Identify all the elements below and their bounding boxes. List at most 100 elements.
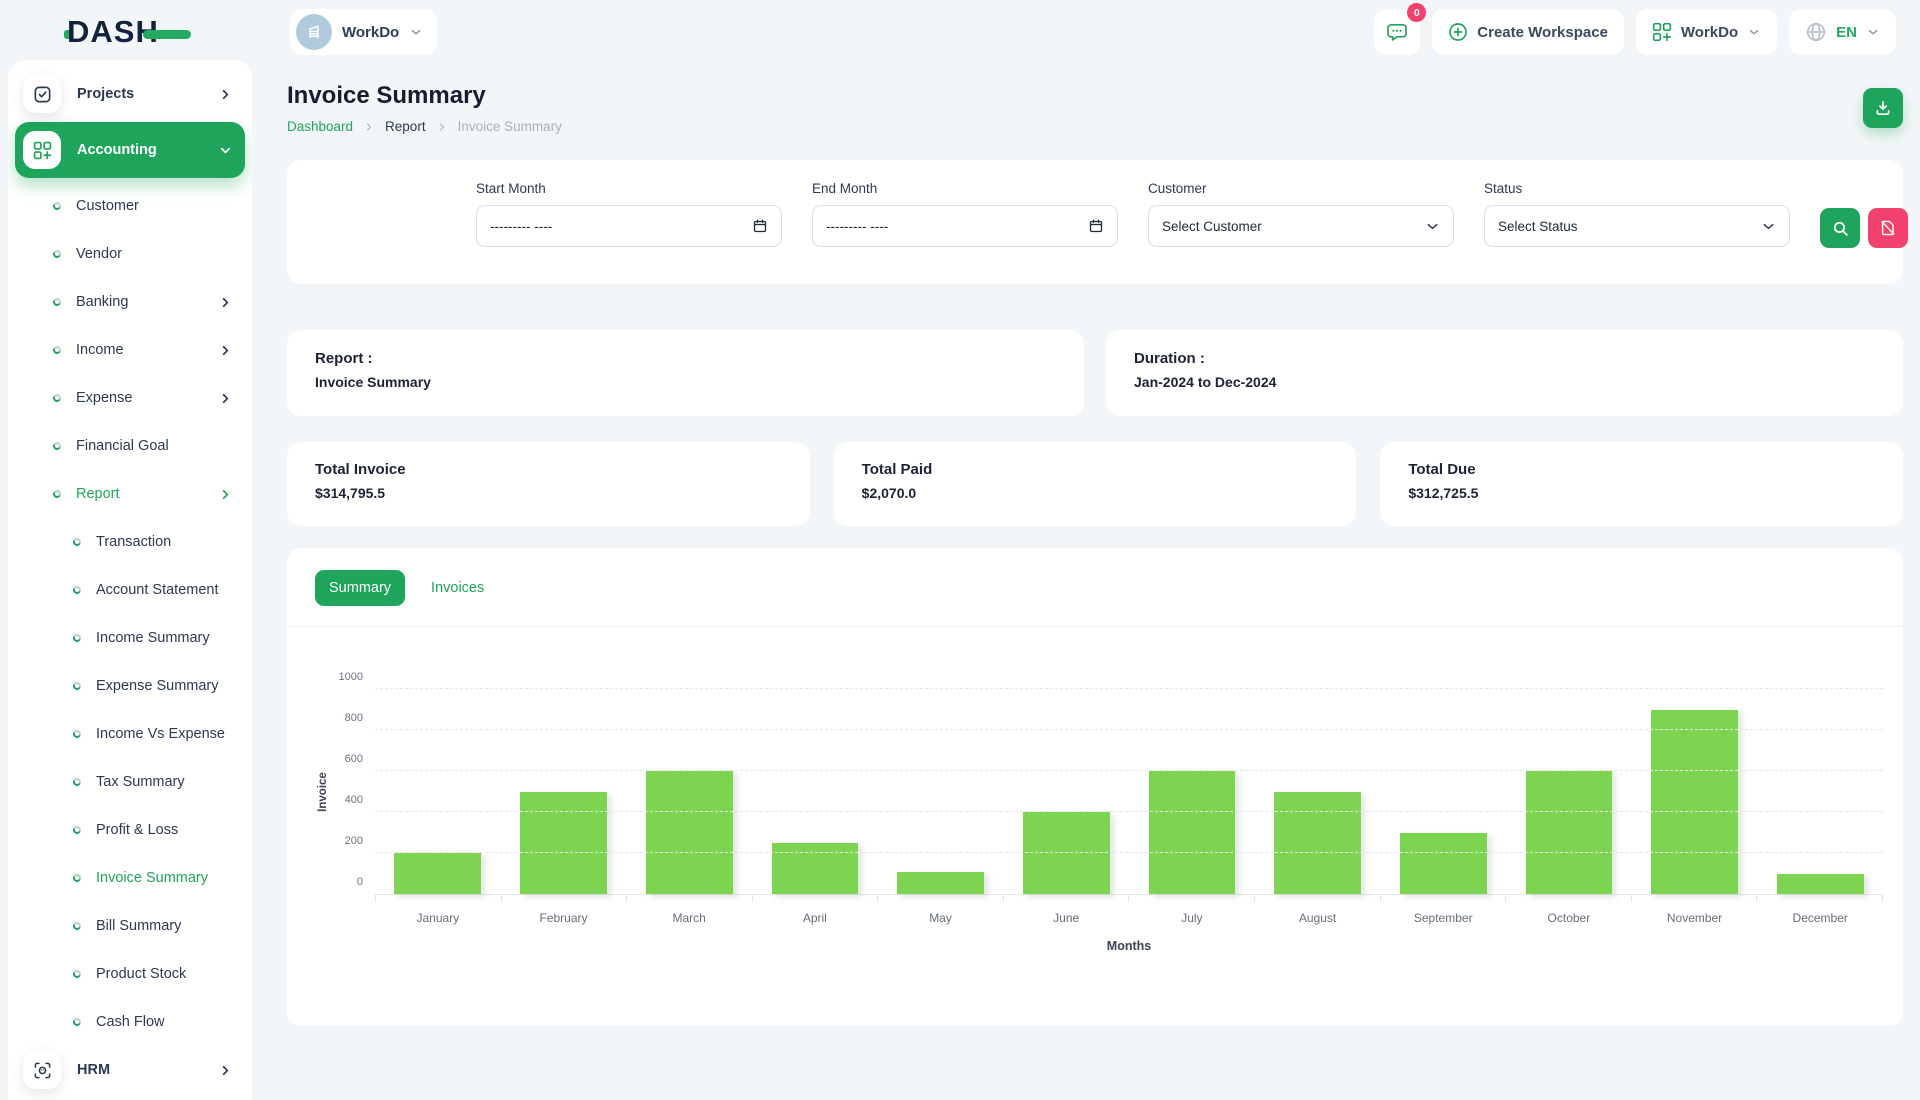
sidebar-item-label: Income Vs Expense [96, 726, 225, 742]
bullet-icon [72, 777, 82, 787]
bar-slot-october [1506, 689, 1632, 894]
y-tick-label: 200 [345, 835, 363, 847]
download-button[interactable] [1863, 88, 1903, 128]
bar-july[interactable] [1149, 771, 1236, 894]
stat-card-total-due: Total Due $312,725.5 [1380, 442, 1903, 526]
sidebar-item-income[interactable]: Income [15, 326, 245, 374]
sidebar-item-projects[interactable]: Projects [15, 70, 245, 118]
bar-slot-april [752, 689, 878, 894]
page-title: Invoice Summary [287, 82, 562, 110]
bar-june[interactable] [1023, 812, 1110, 894]
bar-october[interactable] [1526, 771, 1613, 894]
filter-field-end-month: End Month --------- ---- [812, 181, 1118, 263]
page-header: Invoice Summary Dashboard Report Invoice… [287, 82, 1903, 134]
bar-august[interactable] [1274, 792, 1361, 895]
sidebar-item-customer[interactable]: Customer [15, 182, 245, 230]
messages-button[interactable]: 0 [1374, 9, 1420, 55]
stat-card-total-invoice: Total Invoice $314,795.5 [287, 442, 810, 526]
gridline [375, 688, 1883, 689]
sidebar-item-label: Vendor [76, 246, 122, 262]
x-label-march: March [626, 911, 752, 925]
bar-may[interactable] [897, 872, 984, 894]
bar-slot-february [501, 689, 627, 894]
filter-field-customer: Customer Select Customer [1148, 181, 1454, 263]
stat-value: $312,725.5 [1408, 485, 1875, 501]
bar-slot-november [1632, 689, 1758, 894]
sidebar-item-report[interactable]: Report [15, 470, 245, 518]
start-month-input[interactable]: --------- ---- [476, 205, 782, 247]
sidebar-item-vendor[interactable]: Vendor [15, 230, 245, 278]
bullet-icon [72, 873, 82, 883]
calendar-icon [1088, 218, 1104, 234]
stat-value: $314,795.5 [315, 485, 782, 501]
chevron-right [218, 295, 233, 310]
customer-select[interactable]: Select Customer [1148, 205, 1454, 247]
bar-february[interactable] [520, 792, 607, 895]
accounting-icon [33, 141, 52, 160]
end-month-input[interactable]: --------- ---- [812, 205, 1118, 247]
hrm-icon [33, 1061, 52, 1080]
sidebar-item-bill-summary[interactable]: Bill Summary [15, 902, 245, 950]
bar-april[interactable] [772, 843, 859, 894]
x-label-september: September [1380, 911, 1506, 925]
bar-slot-january [375, 689, 501, 894]
sidebar-item-label: Accounting [77, 142, 157, 158]
sidebar-item-profit-loss[interactable]: Profit & Loss [15, 806, 245, 854]
sidebar-item-label: HRM [77, 1062, 110, 1078]
chevron-right-icon [218, 87, 233, 102]
projects-icon-box [23, 75, 61, 113]
bar-november[interactable] [1651, 710, 1738, 895]
x-label-august: August [1255, 911, 1381, 925]
sidebar-item-income-summary[interactable]: Income Summary [15, 614, 245, 662]
sidebar-item-banking[interactable]: Banking [15, 278, 245, 326]
sidebar-item-financial-goal[interactable]: Financial Goal [15, 422, 245, 470]
create-workspace-button[interactable]: Create Workspace [1432, 9, 1624, 55]
sidebar-item-cash-flow[interactable]: Cash Flow [15, 998, 245, 1046]
sidebar-item-label: Account Statement [96, 582, 219, 598]
breadcrumb-dashboard[interactable]: Dashboard [287, 119, 353, 134]
axis-tick [1255, 895, 1381, 902]
select-value: Select Status [1498, 219, 1761, 234]
chevron-right [218, 87, 233, 102]
workspace-menu-button[interactable]: WorkDo [1636, 9, 1777, 55]
bar-december[interactable] [1777, 874, 1864, 895]
messages-badge: 0 [1407, 3, 1426, 22]
bar-january[interactable] [394, 853, 481, 894]
tab-summary[interactable]: Summary [315, 570, 405, 606]
sidebar-item-income-vs-expense[interactable]: Income Vs Expense [15, 710, 245, 758]
chevron-down-icon [409, 25, 423, 39]
bullet-icon [52, 345, 62, 355]
sidebar-item-label: Cash Flow [96, 1014, 165, 1030]
bullet-icon [72, 681, 82, 691]
bar-september[interactable] [1400, 833, 1487, 895]
status-select[interactable]: Select Status [1484, 205, 1790, 247]
bar-march[interactable] [646, 771, 733, 894]
sidebar-item-accounting[interactable]: Accounting [15, 122, 245, 178]
sidebar-item-expense[interactable]: Expense [15, 374, 245, 422]
sidebar-item-label: Bill Summary [96, 918, 181, 934]
sidebar-item-tax-summary[interactable]: Tax Summary [15, 758, 245, 806]
bullet-icon [52, 441, 62, 451]
sidebar-item-invoice-summary[interactable]: Invoice Summary [15, 854, 245, 902]
sidebar-item-hrm[interactable]: HRM [15, 1046, 245, 1094]
tab-invoices[interactable]: Invoices [417, 570, 498, 606]
accounting-icon-box [23, 131, 61, 169]
workspace-name: WorkDo [342, 24, 399, 41]
sidebar-item-product-stock[interactable]: Product Stock [15, 950, 245, 998]
workspace-menu-label: WorkDo [1681, 24, 1738, 41]
sidebar-item-label: Income Summary [96, 630, 210, 646]
language-selector[interactable]: EN [1789, 9, 1896, 55]
axis-tick [1757, 895, 1883, 902]
sidebar-item-account-statement[interactable]: Account Statement [15, 566, 245, 614]
search-button[interactable] [1820, 208, 1860, 248]
workspace-selector[interactable]: WorkDo [290, 9, 437, 55]
sidebar-item-transaction[interactable]: Transaction [15, 518, 245, 566]
bullet-icon [72, 921, 82, 931]
sidebar-item-expense-summary[interactable]: Expense Summary [15, 662, 245, 710]
building-icon [305, 23, 323, 41]
duration-value: Jan-2024 to Dec-2024 [1134, 374, 1875, 390]
reset-filter-button[interactable] [1868, 208, 1908, 248]
breadcrumb-report[interactable]: Report [385, 119, 426, 134]
axis-tick [878, 895, 1004, 902]
sidebar-item-label: Product Stock [96, 966, 186, 982]
